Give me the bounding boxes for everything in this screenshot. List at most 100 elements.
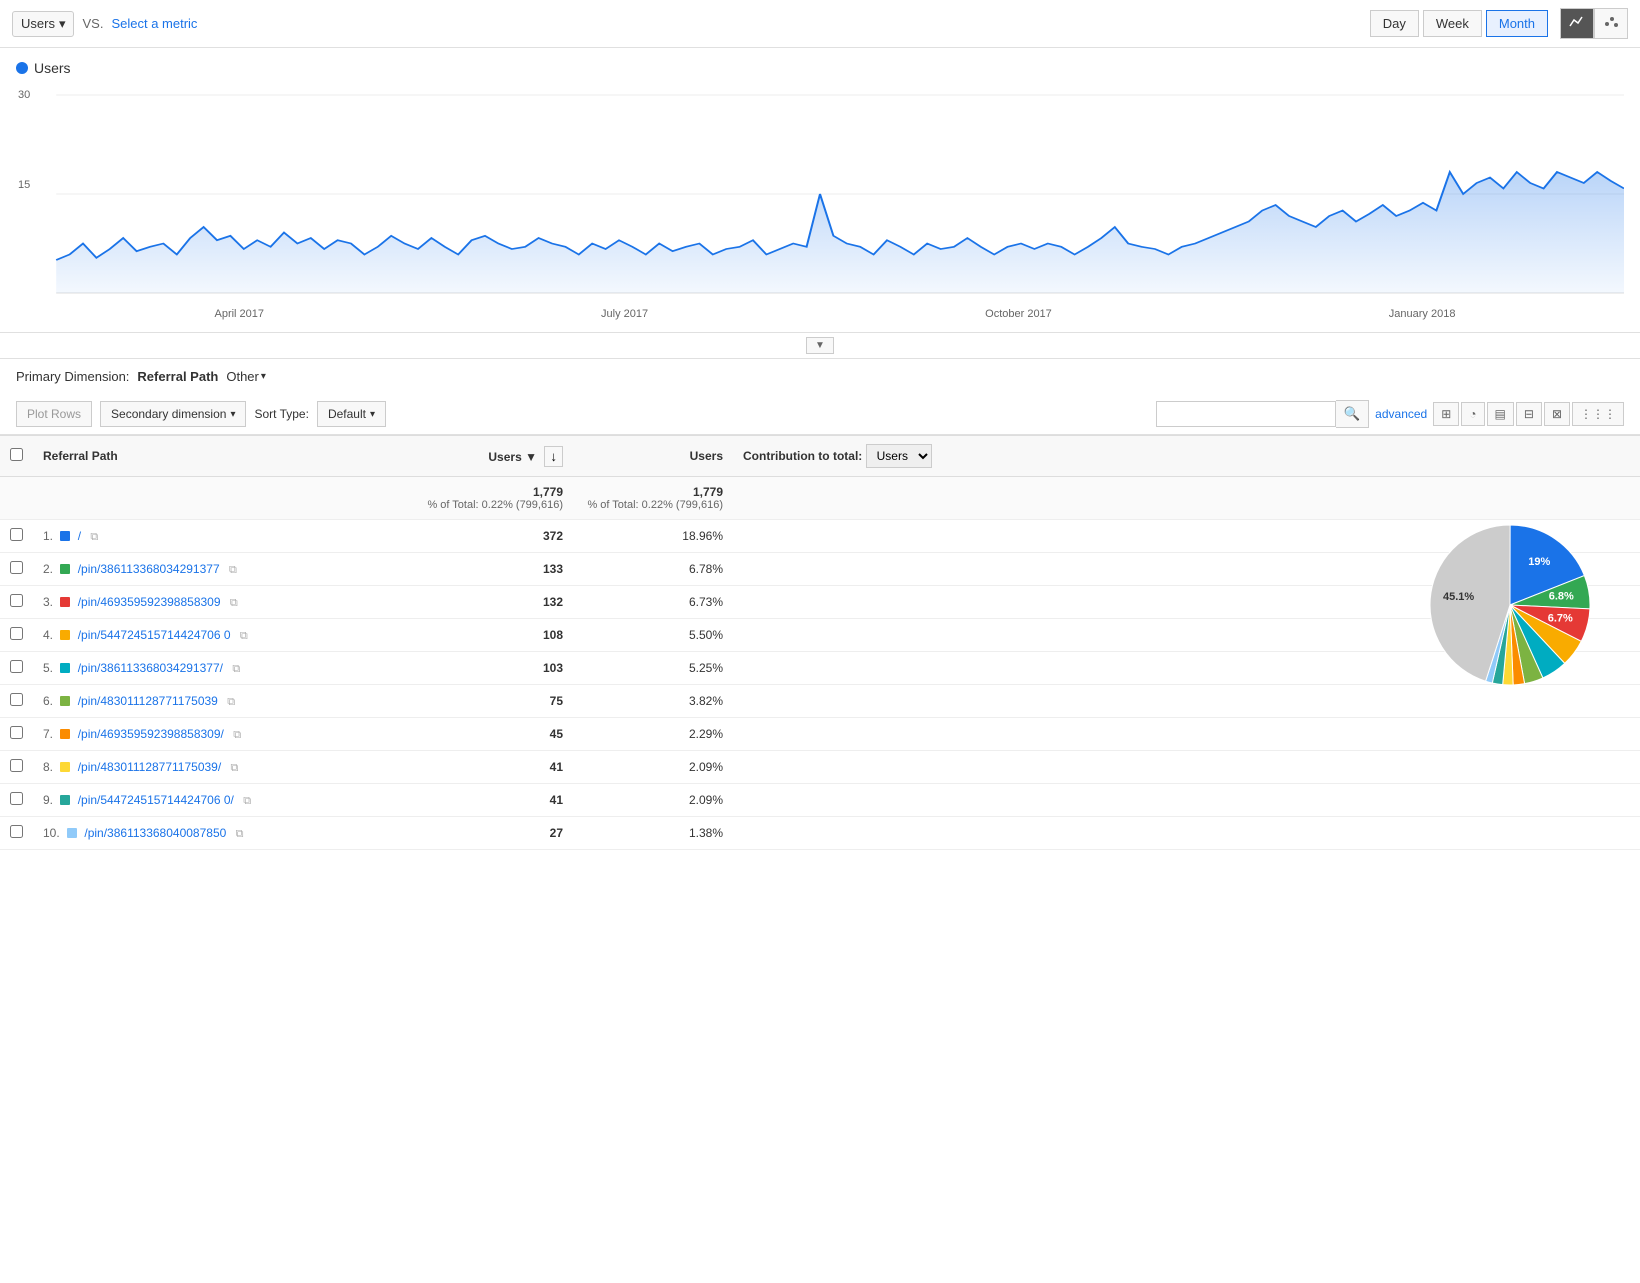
row-pct-cell: 3.82% — [573, 685, 733, 718]
x-axis: April 2017 July 2017 October 2017 Januar… — [16, 304, 1624, 320]
contribution-metric-select[interactable]: Users — [866, 444, 932, 468]
row-checkbox-1[interactable] — [10, 561, 23, 574]
plot-rows-button[interactable]: Plot Rows — [16, 401, 92, 427]
week-button[interactable]: Week — [1423, 10, 1482, 37]
pie-view-btn[interactable]: ◔ — [1461, 402, 1484, 426]
y-max-label: 30 — [18, 89, 30, 101]
pie-label-2: 6.7% — [1548, 612, 1573, 624]
row-path-link[interactable]: /pin/544724515714424706 0/ — [78, 793, 234, 807]
row-chart-cell — [733, 718, 1640, 751]
collapse-arrow-btn[interactable]: ▼ — [806, 337, 834, 354]
row-chart-cell — [733, 784, 1640, 817]
row-checkbox-2[interactable] — [10, 594, 23, 607]
copy-icon[interactable]: ⧉ — [231, 762, 239, 774]
table-row: 1. / ⧉ 372 18.96% — [0, 520, 1640, 553]
metric-dropdown[interactable]: Users ▾ — [12, 11, 74, 37]
row-path-link[interactable]: /pin/544724515714424706 0 — [78, 628, 231, 642]
row-checkbox-6[interactable] — [10, 726, 23, 739]
row-num: 8. — [43, 760, 53, 774]
secondary-dimension-button[interactable]: Secondary dimension ▾ — [100, 401, 246, 427]
top-bar: Users ▾ VS. Select a metric Day Week Mon… — [0, 0, 1640, 48]
row-pct-cell: 5.50% — [573, 619, 733, 652]
copy-icon[interactable]: ⧉ — [232, 663, 240, 675]
row-path-link[interactable]: /pin/483011128771175039 — [78, 694, 218, 708]
scatter-chart-btn[interactable] — [1594, 8, 1628, 39]
row-checkbox-4[interactable] — [10, 660, 23, 673]
row-checkbox-0[interactable] — [10, 528, 23, 541]
total-users2-pct: % of Total: 0.22% (799,616) — [583, 499, 723, 511]
primary-dim-bar: Primary Dimension: Referral Path Other ▾ — [0, 359, 1640, 394]
pie-label-0: 19% — [1528, 556, 1550, 568]
row-users1-cell: 372 — [373, 520, 573, 553]
day-button[interactable]: Day — [1370, 10, 1419, 37]
copy-icon[interactable]: ⧉ — [227, 696, 235, 708]
row-path-link[interactable]: /pin/469359592398858309/ — [78, 727, 224, 741]
legend-dot — [16, 62, 28, 74]
users-metric-header[interactable]: Users ▼ ↓ — [373, 436, 573, 477]
row-checkbox-5[interactable] — [10, 693, 23, 706]
row-checkbox-8[interactable] — [10, 792, 23, 805]
row-users1-cell: 41 — [373, 784, 573, 817]
row-path-link[interactable]: / — [78, 529, 81, 543]
row-pct-cell: 2.09% — [573, 784, 733, 817]
table-left: Referral Path Users ▼ ↓ Users Contributi… — [0, 435, 1640, 850]
copy-icon[interactable]: ⧉ — [233, 729, 241, 741]
copy-icon[interactable]: ⧉ — [90, 531, 98, 543]
pivot-view-btn[interactable]: ⊟ — [1516, 402, 1542, 426]
row-path-link[interactable]: /pin/386113368034291377 — [78, 562, 220, 576]
row-num: 5. — [43, 661, 53, 675]
sort-direction-btn[interactable]: ↓ — [544, 446, 563, 467]
row-path-link[interactable]: /pin/469359592398858309 — [78, 595, 221, 609]
row-checkbox-7[interactable] — [10, 759, 23, 772]
bar-view-btn[interactable]: ▤ — [1487, 402, 1514, 426]
chart-svg — [16, 84, 1624, 304]
row-checkbox-9[interactable] — [10, 825, 23, 838]
advanced-link[interactable]: advanced — [1375, 407, 1427, 421]
row-num: 10. — [43, 826, 60, 840]
copy-icon[interactable]: ⧉ — [236, 828, 244, 840]
copy-icon[interactable]: ⧉ — [240, 630, 248, 642]
metric-arrow: ▾ — [59, 16, 66, 32]
row-path-cell-4: 5. /pin/386113368034291377/ ⧉ — [33, 652, 373, 685]
select-metric-link[interactable]: Select a metric — [111, 16, 197, 31]
data-view-btn[interactable]: ⋮⋮⋮ — [1572, 402, 1624, 426]
copy-icon[interactable]: ⧉ — [230, 597, 238, 609]
vs-label: VS. — [82, 16, 103, 31]
row-path-link[interactable]: /pin/386113368040087850 — [84, 826, 226, 840]
row-pct-cell: 6.73% — [573, 586, 733, 619]
row-num: 3. — [43, 595, 53, 609]
row-checkbox-cell — [0, 520, 33, 553]
y-mid-label: 15 — [18, 179, 30, 191]
row-path-link[interactable]: /pin/386113368034291377/ — [78, 661, 223, 675]
search-input[interactable] — [1156, 401, 1336, 427]
month-button[interactable]: Month — [1486, 10, 1548, 37]
row-users1-cell: 27 — [373, 817, 573, 850]
sort-type-button[interactable]: Default ▾ — [317, 401, 386, 427]
total-row: 1,779 % of Total: 0.22% (799,616) 1,779 … — [0, 477, 1640, 520]
grid-view-btn[interactable]: ⊞ — [1433, 402, 1459, 426]
table-row: 2. /pin/386113368034291377 ⧉ 133 6.78% — [0, 553, 1640, 586]
compare-view-btn[interactable]: ⊠ — [1544, 402, 1570, 426]
copy-icon[interactable]: ⧉ — [229, 564, 237, 576]
row-path-cell-7: 8. /pin/483011128771175039/ ⧉ — [33, 751, 373, 784]
row-pct-cell: 5.25% — [573, 652, 733, 685]
row-path-link[interactable]: /pin/483011128771175039/ — [78, 760, 221, 774]
table-row: 5. /pin/386113368034291377/ ⧉ 103 5.25% — [0, 652, 1640, 685]
row-checkbox-cell — [0, 619, 33, 652]
users-col-header: Users — [573, 436, 733, 477]
row-checkbox-cell — [0, 586, 33, 619]
other-label: Other — [226, 369, 259, 384]
select-all-checkbox[interactable] — [10, 448, 23, 461]
other-button[interactable]: Other ▾ — [226, 369, 266, 384]
row-checkbox-cell — [0, 652, 33, 685]
row-checkbox-3[interactable] — [10, 627, 23, 640]
legend-label: Users — [34, 60, 71, 76]
total-users1: 1,779 — [383, 485, 563, 499]
line-chart-btn[interactable] — [1560, 8, 1594, 39]
row-users1-cell: 41 — [373, 751, 573, 784]
metric-label: Users — [21, 16, 55, 31]
copy-icon[interactable]: ⧉ — [243, 795, 251, 807]
row-color-dot — [60, 795, 70, 805]
search-button[interactable]: 🔍 — [1336, 400, 1370, 428]
primary-dim-label: Primary Dimension: — [16, 369, 129, 384]
